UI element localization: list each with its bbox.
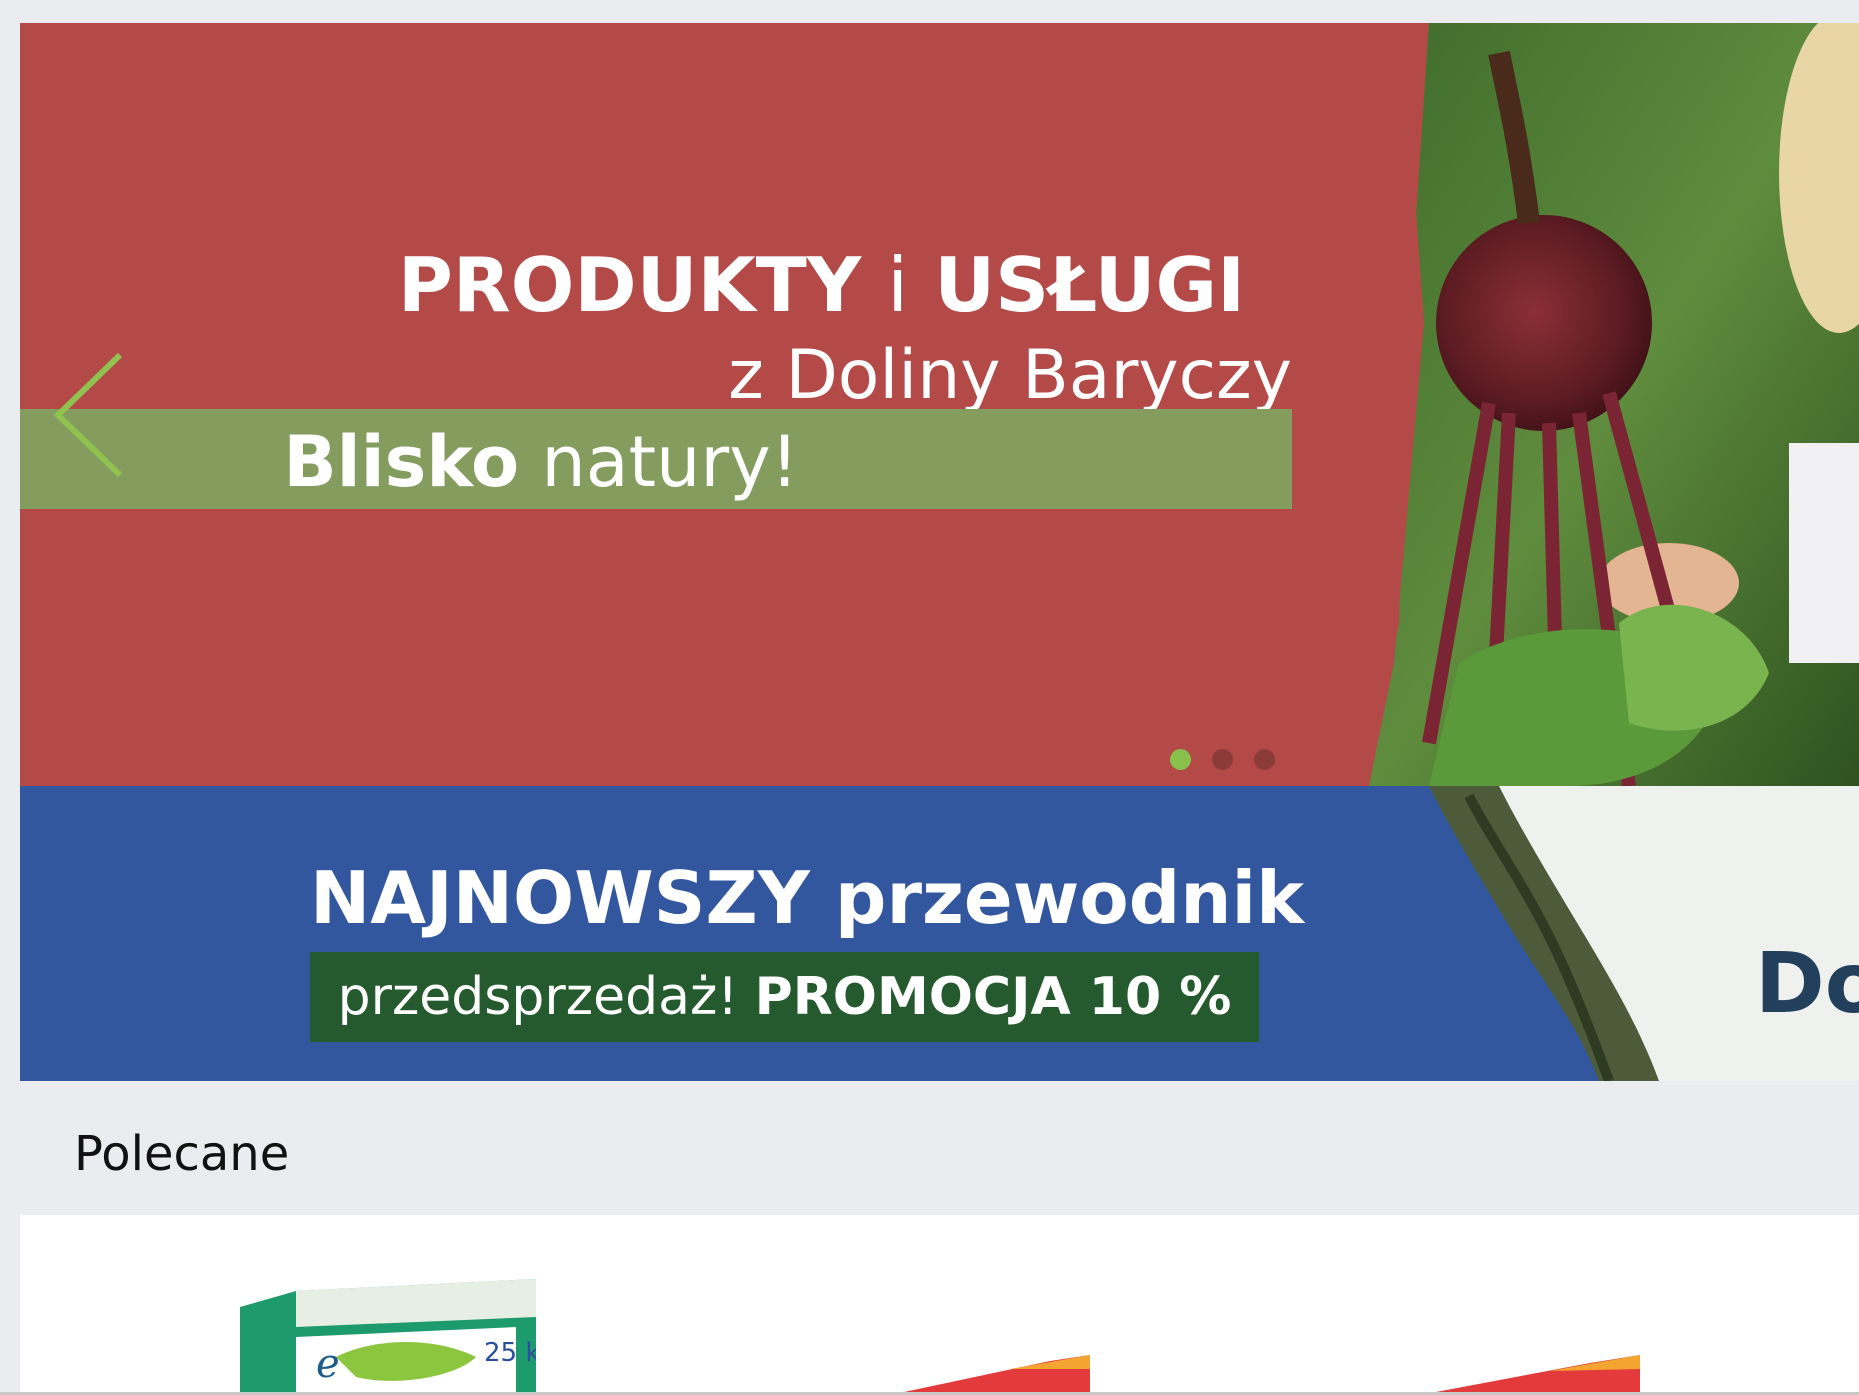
page: PRODUKTY i USŁUGI z Doliny Baryczy Blisk… <box>0 0 1859 1395</box>
promo-title-bold: NAJNOWSZY <box>310 856 810 940</box>
product-3-image <box>1420 1355 1640 1395</box>
promo-title-rest: przewodnik <box>809 856 1305 940</box>
slider-prev-button[interactable] <box>48 345 138 485</box>
guide-promo-banner[interactable]: NAJNOWSZY przewodnik przedsprzedaż! PROM… <box>20 786 1859 1081</box>
svg-text:e: e <box>316 1341 340 1387</box>
slider-dot-1[interactable] <box>1170 749 1191 770</box>
hero-subtitle: z Doliny Baryczy <box>728 336 1292 415</box>
promo-title: NAJNOWSZY przewodnik <box>310 856 1304 940</box>
product-card-3[interactable] <box>1420 1355 1640 1395</box>
promo-bar-bold: PROMOCJA 10 % <box>754 967 1232 1027</box>
hero-tagline-rest: natury! <box>519 421 799 503</box>
promo-logo-fragment: Do <box>1755 934 1859 1032</box>
product-2-image <box>890 1355 1090 1395</box>
hero-title: PRODUKTY i USŁUGI <box>20 241 1245 329</box>
product-card-1[interactable]: e 25 kart <box>236 1277 536 1395</box>
slider-dot-3[interactable] <box>1254 749 1275 770</box>
hero-photo-beetroot <box>1369 23 1859 786</box>
product-1-image: e 25 kart <box>240 1279 536 1395</box>
hero-title-connector: i <box>887 241 909 329</box>
recommended-products: e 25 kart <box>20 1215 1859 1395</box>
slider-dot-2[interactable] <box>1212 749 1233 770</box>
hero-title-part1: PRODUKTY <box>397 241 888 329</box>
promo-bar-regular: przedsprzedaż! <box>337 967 755 1027</box>
slider-dots <box>1170 749 1275 770</box>
promo-bar-text: przedsprzedaż! PROMOCJA 10 % <box>310 952 1259 1042</box>
hero-slider[interactable]: PRODUKTY i USŁUGI z Doliny Baryczy Blisk… <box>20 23 1859 786</box>
hero-tagline-bold: Blisko <box>283 421 520 503</box>
product-1-badge: 25 kart <box>484 1338 536 1368</box>
hero-title-part2: USŁUGI <box>908 241 1245 329</box>
product-card-2[interactable] <box>890 1355 1090 1395</box>
chevron-left-icon <box>53 352 123 478</box>
section-heading-recommended: Polecane <box>74 1126 290 1182</box>
hero-tagline: Blisko natury! <box>20 421 1292 521</box>
